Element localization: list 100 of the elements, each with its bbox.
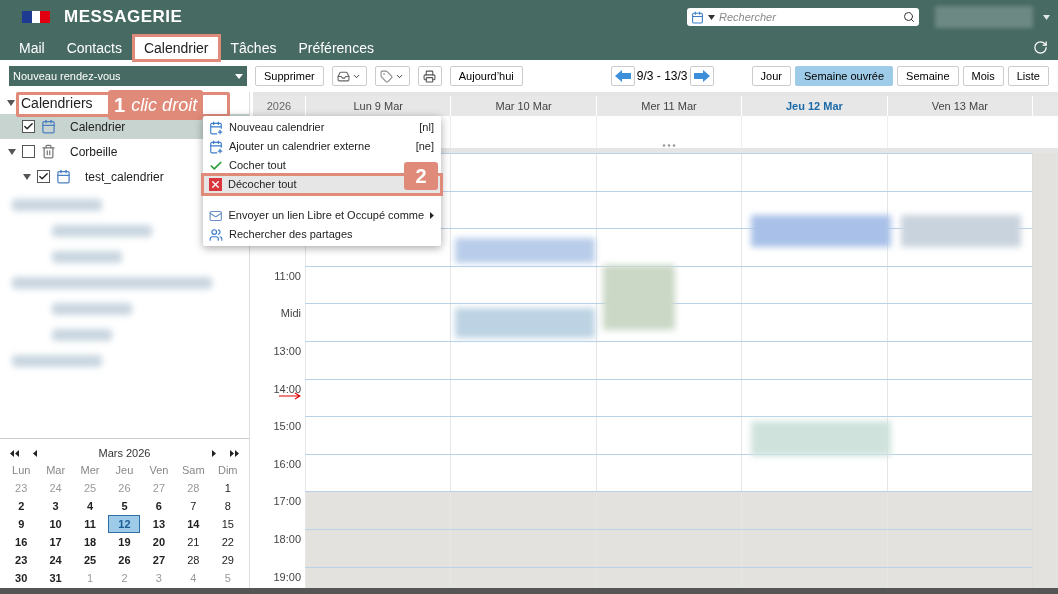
view-button[interactable]: Jour xyxy=(751,66,791,86)
calendar-day[interactable]: 19 xyxy=(108,533,141,551)
calendar-day[interactable]: 3 xyxy=(39,497,72,515)
calendar-icon xyxy=(691,10,704,24)
shortcut-label: [ne] xyxy=(415,139,434,155)
calendar-day[interactable]: 11 xyxy=(74,515,107,533)
hour-label: 13:00 xyxy=(273,343,301,357)
weekday-label: Jeu xyxy=(114,463,135,478)
calendar-day[interactable]: 31 xyxy=(39,569,72,587)
shortcut-label: [nl] xyxy=(419,120,434,136)
calendar-day[interactable]: 25 xyxy=(74,551,107,569)
search-box[interactable]: Rechercher xyxy=(687,8,919,26)
nav-tab[interactable]: Calendrier xyxy=(133,36,219,60)
left-arrow-icon[interactable] xyxy=(33,449,37,457)
calendar-day[interactable]: 21 xyxy=(177,533,210,551)
double-left-arrow-icon[interactable] xyxy=(10,449,19,457)
calendar-day[interactable]: 27 xyxy=(142,551,175,569)
expanded-triangle-icon[interactable] xyxy=(7,99,15,107)
calendar-day[interactable]: 8 xyxy=(211,497,244,515)
caret-icon xyxy=(235,73,243,79)
calendar-day[interactable]: 4 xyxy=(74,497,107,515)
calendar-day[interactable]: 6 xyxy=(142,497,175,515)
calendar-day[interactable]: 13 xyxy=(142,515,175,533)
delete-button[interactable]: Supprimer xyxy=(255,66,324,86)
right-arrow-icon[interactable] xyxy=(212,449,216,457)
calendar-day[interactable]: 24 xyxy=(39,551,72,569)
trash-icon xyxy=(41,144,56,159)
scrollbar-track[interactable] xyxy=(1032,153,1058,588)
weekday-label: Mer xyxy=(79,463,101,478)
today-button[interactable]: Aujourd’hui xyxy=(449,66,523,86)
search-icon xyxy=(903,11,915,23)
date-range: 9/3 - 13/3 xyxy=(636,68,688,85)
nav-tab[interactable]: Préférences xyxy=(288,36,384,60)
weekday-label: Sam xyxy=(181,463,206,478)
calendar-day[interactable]: 30 xyxy=(5,569,38,587)
hour-label: 16:00 xyxy=(273,456,301,470)
print-button[interactable] xyxy=(417,66,442,86)
year-label: 2026 xyxy=(265,99,293,114)
previous-arrow-button[interactable] xyxy=(610,66,635,86)
current-time-arrow-icon xyxy=(279,391,301,400)
checkbox[interactable] xyxy=(22,120,35,133)
nav-tab[interactable]: Tâches xyxy=(220,36,287,60)
calendar-icon xyxy=(41,119,56,134)
annotation-text: clic droit xyxy=(131,93,198,117)
blurred-calendar-item xyxy=(52,329,112,341)
calendar-plus-icon xyxy=(209,120,223,135)
people-icon xyxy=(209,227,223,242)
checkbox[interactable] xyxy=(37,170,50,183)
hour-label: Midi xyxy=(280,306,301,320)
new-appointment-dropdown[interactable]: Nouveau rendez-vous xyxy=(9,66,247,86)
calendar-day[interactable]: 17 xyxy=(39,533,72,551)
calendar-day[interactable]: 12 xyxy=(108,515,141,533)
calendar-day[interactable]: 23 xyxy=(5,551,38,569)
expanded-triangle-icon[interactable] xyxy=(8,147,16,156)
checkbox[interactable] xyxy=(22,145,35,158)
weekday-label: Ven xyxy=(148,463,170,478)
menu-item[interactable]: Ajouter un calendrier externe [ne] xyxy=(203,137,441,156)
calendar-day[interactable]: 1 xyxy=(211,479,244,497)
blurred-calendar-item xyxy=(52,251,122,263)
calendar-day[interactable]: 9 xyxy=(5,515,38,533)
calendar-day[interactable]: 20 xyxy=(142,533,175,551)
calendar-day[interactable]: 28 xyxy=(177,551,210,569)
hour-label: 19:00 xyxy=(273,569,301,583)
calendar-day[interactable]: 5 xyxy=(108,497,141,515)
calendar-day[interactable]: 14 xyxy=(177,515,210,533)
month-title: Mars 2026 xyxy=(98,445,151,461)
more-dots-icon[interactable] xyxy=(662,144,676,147)
calendar-day[interactable]: 18 xyxy=(74,533,107,551)
next-arrow-button[interactable] xyxy=(689,66,714,86)
calendar-day[interactable]: 2 xyxy=(5,497,38,515)
nav-tab[interactable]: Contacts xyxy=(56,36,132,60)
calendar-day[interactable]: 10 xyxy=(39,515,72,533)
view-button[interactable]: Semaine xyxy=(897,66,959,86)
view-button[interactable]: Semaine ouvrée xyxy=(795,66,894,86)
caret-icon[interactable] xyxy=(708,14,715,20)
calendar-name: Calendrier xyxy=(70,118,126,136)
view-button[interactable]: Liste xyxy=(1007,66,1049,86)
hour-label: 15:00 xyxy=(273,419,301,433)
calendar-day[interactable]: 26 xyxy=(108,551,141,569)
view-button[interactable]: Mois xyxy=(962,66,1004,86)
search-field[interactable]: Rechercher xyxy=(719,8,899,26)
app-title: MESSAGERIE xyxy=(64,6,183,29)
nav-tab[interactable]: Mail xyxy=(9,36,55,60)
hour-label: 17:00 xyxy=(273,494,301,508)
calendar-day[interactable]: 29 xyxy=(211,551,244,569)
expanded-triangle-icon[interactable] xyxy=(23,172,31,181)
refresh-icon[interactable] xyxy=(1033,40,1048,55)
hour-label: 18:00 xyxy=(273,531,301,545)
calendar-icon xyxy=(56,169,71,184)
flag-logo-icon xyxy=(22,11,50,23)
calendar-day[interactable]: 15 xyxy=(211,515,244,533)
double-right-arrow-icon[interactable] xyxy=(230,449,239,457)
calendars-heading: Calendriers xyxy=(21,93,93,113)
calendar-day[interactable]: 22 xyxy=(211,533,244,551)
calendar-day[interactable]: 16 xyxy=(5,533,38,551)
import-menu-button[interactable] xyxy=(331,66,367,86)
calendar-day[interactable]: 7 xyxy=(177,497,210,515)
printer-icon xyxy=(423,69,437,83)
calendar-name: test_calendrier xyxy=(85,168,164,186)
weekday-label: Lun xyxy=(11,463,32,478)
